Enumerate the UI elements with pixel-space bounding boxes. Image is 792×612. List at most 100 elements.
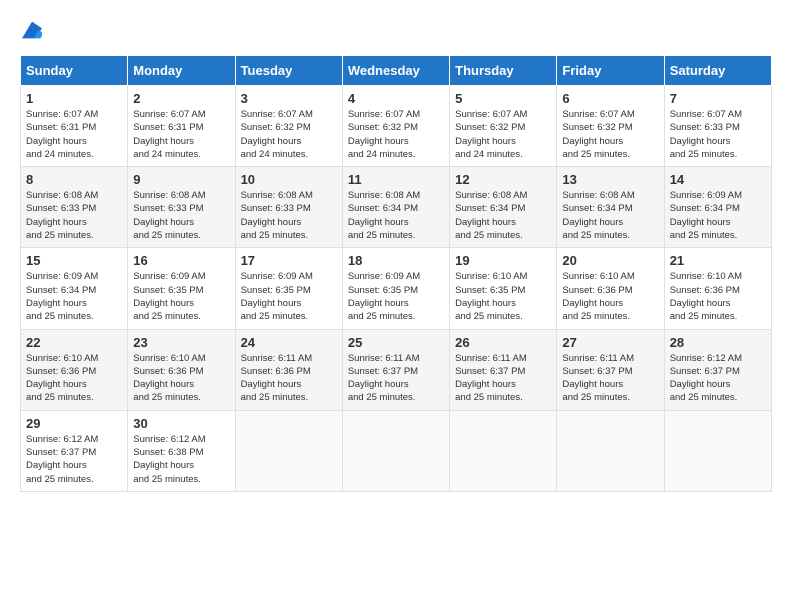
day-info: Sunrise: 6:10 AM Sunset: 6:36 PM Dayligh… [670, 271, 742, 322]
table-cell: 16 Sunrise: 6:09 AM Sunset: 6:35 PM Dayl… [128, 248, 235, 329]
day-number: 7 [670, 91, 766, 106]
day-info: Sunrise: 6:09 AM Sunset: 6:34 PM Dayligh… [26, 271, 98, 322]
table-cell: 23 Sunrise: 6:10 AM Sunset: 6:36 PM Dayl… [128, 329, 235, 410]
table-cell [557, 410, 664, 491]
table-cell: 7 Sunrise: 6:07 AM Sunset: 6:33 PM Dayli… [664, 86, 771, 167]
day-number: 1 [26, 91, 122, 106]
table-cell: 20 Sunrise: 6:10 AM Sunset: 6:36 PM Dayl… [557, 248, 664, 329]
day-info: Sunrise: 6:08 AM Sunset: 6:33 PM Dayligh… [133, 190, 205, 241]
day-info: Sunrise: 6:08 AM Sunset: 6:34 PM Dayligh… [455, 190, 527, 241]
day-number: 6 [562, 91, 658, 106]
day-number: 26 [455, 335, 551, 350]
day-number: 10 [241, 172, 337, 187]
day-number: 15 [26, 253, 122, 268]
day-info: Sunrise: 6:10 AM Sunset: 6:36 PM Dayligh… [562, 271, 634, 322]
day-info: Sunrise: 6:09 AM Sunset: 6:35 PM Dayligh… [241, 271, 313, 322]
day-number: 12 [455, 172, 551, 187]
day-number: 17 [241, 253, 337, 268]
day-number: 25 [348, 335, 444, 350]
day-number: 4 [348, 91, 444, 106]
table-cell: 2 Sunrise: 6:07 AM Sunset: 6:31 PM Dayli… [128, 86, 235, 167]
table-cell: 12 Sunrise: 6:08 AM Sunset: 6:34 PM Dayl… [450, 167, 557, 248]
col-monday: Monday [128, 56, 235, 86]
day-number: 28 [670, 335, 766, 350]
day-number: 29 [26, 416, 122, 431]
col-thursday: Thursday [450, 56, 557, 86]
day-number: 16 [133, 253, 229, 268]
day-info: Sunrise: 6:11 AM Sunset: 6:37 PM Dayligh… [562, 353, 634, 404]
table-cell: 9 Sunrise: 6:08 AM Sunset: 6:33 PM Dayli… [128, 167, 235, 248]
table-cell [342, 410, 449, 491]
day-info: Sunrise: 6:08 AM Sunset: 6:34 PM Dayligh… [348, 190, 420, 241]
header [10, 10, 782, 50]
day-info: Sunrise: 6:12 AM Sunset: 6:38 PM Dayligh… [133, 434, 205, 485]
table-cell: 19 Sunrise: 6:10 AM Sunset: 6:35 PM Dayl… [450, 248, 557, 329]
table-cell: 4 Sunrise: 6:07 AM Sunset: 6:32 PM Dayli… [342, 86, 449, 167]
day-info: Sunrise: 6:07 AM Sunset: 6:31 PM Dayligh… [133, 109, 205, 160]
day-info: Sunrise: 6:11 AM Sunset: 6:36 PM Dayligh… [241, 353, 313, 404]
col-friday: Friday [557, 56, 664, 86]
day-number: 13 [562, 172, 658, 187]
day-info: Sunrise: 6:10 AM Sunset: 6:36 PM Dayligh… [26, 353, 98, 404]
day-info: Sunrise: 6:07 AM Sunset: 6:32 PM Dayligh… [455, 109, 527, 160]
day-number: 14 [670, 172, 766, 187]
table-cell: 11 Sunrise: 6:08 AM Sunset: 6:34 PM Dayl… [342, 167, 449, 248]
table-cell [450, 410, 557, 491]
day-info: Sunrise: 6:07 AM Sunset: 6:33 PM Dayligh… [670, 109, 742, 160]
logo-icon [22, 20, 42, 40]
table-cell: 13 Sunrise: 6:08 AM Sunset: 6:34 PM Dayl… [557, 167, 664, 248]
day-info: Sunrise: 6:11 AM Sunset: 6:37 PM Dayligh… [455, 353, 527, 404]
col-wednesday: Wednesday [342, 56, 449, 86]
table-cell: 6 Sunrise: 6:07 AM Sunset: 6:32 PM Dayli… [557, 86, 664, 167]
day-number: 9 [133, 172, 229, 187]
day-info: Sunrise: 6:11 AM Sunset: 6:37 PM Dayligh… [348, 353, 420, 404]
day-info: Sunrise: 6:07 AM Sunset: 6:32 PM Dayligh… [241, 109, 313, 160]
day-info: Sunrise: 6:09 AM Sunset: 6:35 PM Dayligh… [133, 271, 205, 322]
table-cell: 5 Sunrise: 6:07 AM Sunset: 6:32 PM Dayli… [450, 86, 557, 167]
day-info: Sunrise: 6:10 AM Sunset: 6:36 PM Dayligh… [133, 353, 205, 404]
table-cell: 3 Sunrise: 6:07 AM Sunset: 6:32 PM Dayli… [235, 86, 342, 167]
day-info: Sunrise: 6:10 AM Sunset: 6:35 PM Dayligh… [455, 271, 527, 322]
col-tuesday: Tuesday [235, 56, 342, 86]
day-number: 22 [26, 335, 122, 350]
table-cell: 10 Sunrise: 6:08 AM Sunset: 6:33 PM Dayl… [235, 167, 342, 248]
day-info: Sunrise: 6:12 AM Sunset: 6:37 PM Dayligh… [670, 353, 742, 404]
table-cell: 24 Sunrise: 6:11 AM Sunset: 6:36 PM Dayl… [235, 329, 342, 410]
table-cell: 26 Sunrise: 6:11 AM Sunset: 6:37 PM Dayl… [450, 329, 557, 410]
day-number: 3 [241, 91, 337, 106]
day-number: 18 [348, 253, 444, 268]
table-cell: 18 Sunrise: 6:09 AM Sunset: 6:35 PM Dayl… [342, 248, 449, 329]
day-number: 30 [133, 416, 229, 431]
table-cell: 30 Sunrise: 6:12 AM Sunset: 6:38 PM Dayl… [128, 410, 235, 491]
day-number: 21 [670, 253, 766, 268]
day-info: Sunrise: 6:08 AM Sunset: 6:34 PM Dayligh… [562, 190, 634, 241]
day-info: Sunrise: 6:12 AM Sunset: 6:37 PM Dayligh… [26, 434, 98, 485]
day-number: 11 [348, 172, 444, 187]
table-cell: 22 Sunrise: 6:10 AM Sunset: 6:36 PM Dayl… [21, 329, 128, 410]
day-number: 8 [26, 172, 122, 187]
table-cell: 15 Sunrise: 6:09 AM Sunset: 6:34 PM Dayl… [21, 248, 128, 329]
day-info: Sunrise: 6:08 AM Sunset: 6:33 PM Dayligh… [241, 190, 313, 241]
day-number: 19 [455, 253, 551, 268]
table-cell: 21 Sunrise: 6:10 AM Sunset: 6:36 PM Dayl… [664, 248, 771, 329]
table-cell [235, 410, 342, 491]
day-info: Sunrise: 6:07 AM Sunset: 6:32 PM Dayligh… [562, 109, 634, 160]
day-number: 20 [562, 253, 658, 268]
table-cell: 27 Sunrise: 6:11 AM Sunset: 6:37 PM Dayl… [557, 329, 664, 410]
day-number: 23 [133, 335, 229, 350]
day-number: 24 [241, 335, 337, 350]
table-cell: 14 Sunrise: 6:09 AM Sunset: 6:34 PM Dayl… [664, 167, 771, 248]
day-number: 27 [562, 335, 658, 350]
day-info: Sunrise: 6:09 AM Sunset: 6:34 PM Dayligh… [670, 190, 742, 241]
logo [20, 20, 42, 45]
table-cell [664, 410, 771, 491]
day-info: Sunrise: 6:07 AM Sunset: 6:32 PM Dayligh… [348, 109, 420, 160]
day-info: Sunrise: 6:09 AM Sunset: 6:35 PM Dayligh… [348, 271, 420, 322]
col-saturday: Saturday [664, 56, 771, 86]
day-info: Sunrise: 6:08 AM Sunset: 6:33 PM Dayligh… [26, 190, 98, 241]
table-cell: 8 Sunrise: 6:08 AM Sunset: 6:33 PM Dayli… [21, 167, 128, 248]
table-cell: 1 Sunrise: 6:07 AM Sunset: 6:31 PM Dayli… [21, 86, 128, 167]
col-sunday: Sunday [21, 56, 128, 86]
table-cell: 28 Sunrise: 6:12 AM Sunset: 6:37 PM Dayl… [664, 329, 771, 410]
day-number: 2 [133, 91, 229, 106]
